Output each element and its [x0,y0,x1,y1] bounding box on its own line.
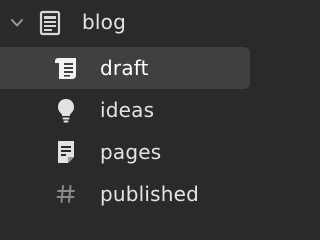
hashtag-icon [52,180,80,208]
tree-item-label: published [100,182,200,206]
tree-item-pages[interactable]: pages [0,131,250,173]
tree-item-draft[interactable]: draft [0,47,250,89]
lightbulb-icon [52,96,80,124]
tree-item-published[interactable]: published [0,173,250,215]
tree-item-blog[interactable]: blog [0,2,250,44]
tree-item-ideas[interactable]: ideas [0,89,250,131]
tree-item-label: blog [82,10,126,34]
scroll-icon [52,54,80,82]
tree-item-label: pages [100,140,162,164]
tree-item-label: ideas [100,98,155,122]
file-tree: blog draft ideas pages published [0,0,250,215]
document-icon [52,138,80,166]
notebook-icon [36,9,64,37]
chevron-down-icon[interactable] [9,15,25,31]
tree-item-label: draft [100,56,149,80]
